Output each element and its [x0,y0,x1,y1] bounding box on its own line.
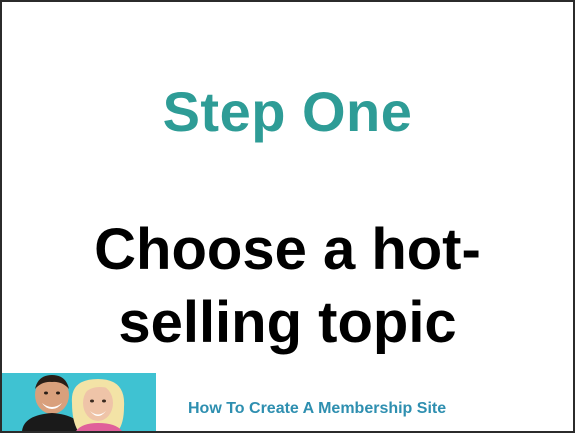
slide: Step One Choose a hot- selling topic How… [0,0,575,433]
slide-footer: How To Create A Membership Site [188,400,447,417]
woman-eye-right [102,399,106,403]
presenters-illustration [22,375,125,431]
slide-body-line-1: Choose a hot- [94,217,481,282]
slide-body-line-2: selling topic [118,290,457,355]
man-eye-left [44,391,48,395]
slide-body: Choose a hot- selling topic [2,213,573,359]
presenters-photo [2,373,156,431]
woman-eye-left [90,399,94,403]
slide-heading: Step One [162,80,413,143]
man-eye-right [56,391,60,395]
